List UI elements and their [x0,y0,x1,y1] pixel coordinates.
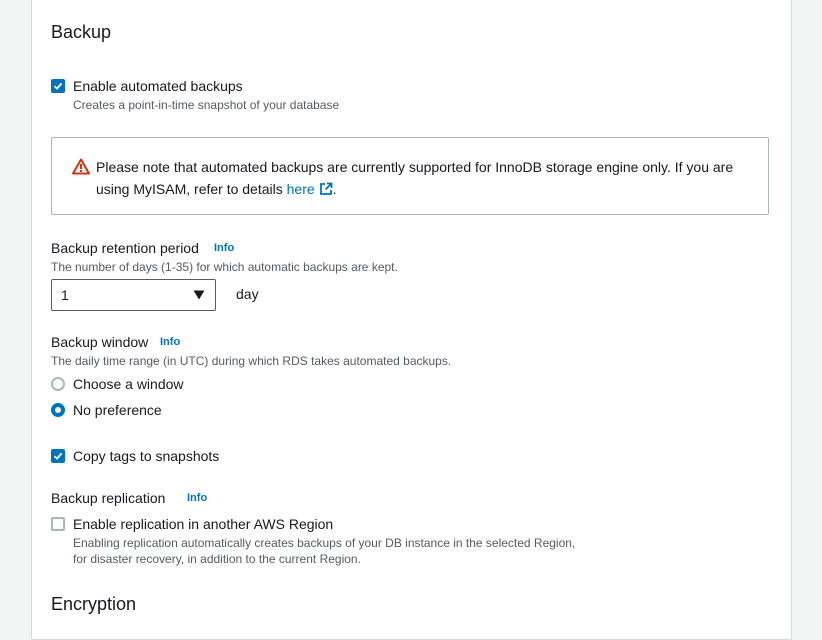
replication-description-line2: for disaster recovery, in addition to th… [73,552,361,566]
checkmark-icon [53,452,63,460]
enable-automated-backups-description: Creates a point-in-time snapshot of your… [73,98,340,112]
section-title: Backup [51,22,112,42]
enable-replication-label[interactable]: Enable replication in another AWS Region [73,516,333,532]
enable-automated-backups-label[interactable]: Enable automated backups [73,78,243,94]
alert-message: Please note that automated backups are c… [96,156,756,200]
retention-info-link[interactable]: Info [214,242,234,254]
copy-tags-checkbox[interactable] [51,449,65,463]
replication-description-line1: Enabling replication automatically creat… [73,536,576,550]
retention-period-value: 1 [61,287,69,303]
choose-window-radio[interactable] [51,377,65,391]
retention-period-label: Backup retention period [51,240,199,256]
retention-unit: day [236,286,259,302]
no-preference-radio[interactable] [51,403,65,417]
alert-text-end: . [332,181,337,197]
caret-down-icon [193,290,205,300]
backup-replication-label: Backup replication [51,490,166,506]
retention-period-select[interactable]: 1 [51,279,216,311]
backup-window-label: Backup window [51,334,149,350]
choose-window-label[interactable]: Choose a window [73,376,184,392]
alert-text: Please note that automated backups are c… [96,159,734,197]
innodb-warning-alert: Please note that automated backups are c… [51,137,769,215]
enable-replication-checkbox[interactable] [51,517,65,531]
backup-window-description: The daily time range (in UTC) during whi… [51,354,452,368]
warning-icon [72,158,90,175]
details-link-label[interactable]: here [287,181,315,197]
no-preference-label[interactable]: No preference [73,402,162,418]
backup-window-info-link[interactable]: Info [160,336,180,348]
external-link-icon[interactable] [319,182,333,196]
retention-period-description: The number of days (1-35) for which auto… [51,260,398,274]
copy-tags-label[interactable]: Copy tags to snapshots [73,448,219,464]
backup-replication-info-link[interactable]: Info [187,492,207,504]
checkmark-icon [53,82,63,90]
details-link[interactable]: here [287,181,333,197]
enable-automated-backups-checkbox[interactable] [51,79,65,93]
